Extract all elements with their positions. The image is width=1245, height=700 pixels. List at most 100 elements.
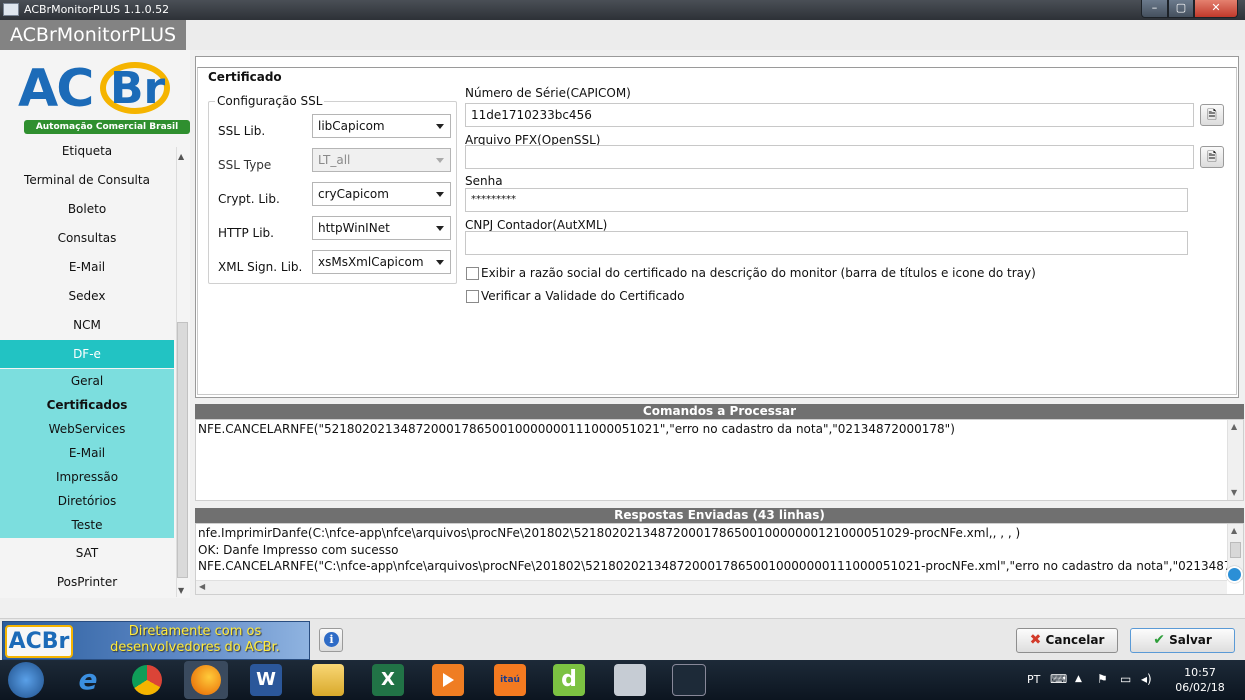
sidebar-item-label: Etiqueta: [61, 144, 113, 158]
logo-subtitle: Automação Comercial Brasil: [24, 120, 190, 134]
sidebar-scrollbar-thumb[interactable]: [177, 322, 188, 578]
chk-razao-label: Exibir a razão social do certificado na …: [481, 266, 1036, 280]
sidebar-subitem-webservices[interactable]: WebServices: [0, 417, 174, 441]
close-button[interactable]: ✕: [1194, 0, 1238, 18]
serie-browse-button[interactable]: 🗎: [1200, 104, 1224, 126]
info-icon: i: [324, 632, 339, 647]
comandos-scrollbar[interactable]: ▲ ▼: [1227, 420, 1243, 500]
sidebar-subitem-geral[interactable]: Geral: [0, 369, 174, 393]
pfx-browse-button[interactable]: 🗎: [1200, 146, 1224, 168]
sidebar-item-ncm[interactable]: NCM: [0, 311, 174, 339]
language-indicator[interactable]: PT: [1027, 673, 1040, 686]
sidebar-item-sat[interactable]: SAT: [0, 539, 174, 567]
sidebar-item-terminal[interactable]: Terminal de Consulta: [0, 166, 174, 194]
network-icon[interactable]: ▭: [1120, 672, 1131, 686]
chevron-up-icon[interactable]: ▲: [1075, 674, 1082, 684]
save-button[interactable]: ✔ Salvar: [1130, 628, 1235, 653]
document-icon: 🗎: [1207, 150, 1217, 164]
sidebar-item-posprinter[interactable]: PosPrinter: [0, 568, 174, 596]
banner-line2: desenvolvedores do ACBr.: [110, 640, 280, 655]
sidebar-item-label: WebServices: [48, 422, 126, 436]
sidebar-subitem-teste[interactable]: Teste: [0, 513, 174, 538]
itau-icon[interactable]: itaú: [494, 664, 526, 696]
sidebar-item-boleto[interactable]: Boleto: [0, 195, 174, 223]
ie-icon[interactable]: e: [72, 664, 104, 696]
explorer-icon[interactable]: [312, 664, 344, 696]
calculator-icon[interactable]: [614, 664, 646, 696]
sidebar-item-label: Diretórios: [57, 494, 117, 508]
projeto-acbr-icon[interactable]: [672, 664, 706, 696]
cancel-x-icon: ✖: [1029, 632, 1042, 648]
sidebar-item-label: E-Mail: [68, 446, 106, 460]
sidebar-item-consultas[interactable]: Consultas: [0, 224, 174, 252]
sidebar-subitem-certificados[interactable]: Certificados: [0, 393, 174, 417]
banner-logo: ACBr: [5, 625, 73, 658]
senha-input[interactable]: *********: [465, 188, 1188, 212]
chk-validade[interactable]: [466, 290, 479, 303]
http-lib-select[interactable]: httpWinINet: [312, 216, 451, 240]
acbr-banner[interactable]: ACBr Diretamente com os desenvolvedores …: [2, 621, 310, 660]
minimize-button[interactable]: –: [1141, 0, 1168, 18]
respostas-scrollbar-thumb[interactable]: [1230, 542, 1241, 558]
clock-date: 06/02/18: [1175, 681, 1225, 694]
sidebar-subitem-diretorios[interactable]: Diretórios: [0, 489, 174, 513]
chevron-down-icon: [436, 158, 444, 163]
chrome-icon[interactable]: [132, 665, 162, 695]
chk-razao-social[interactable]: [466, 267, 479, 280]
ssl-type-label: SSL Type: [218, 158, 272, 172]
flag-icon[interactable]: ⚑: [1097, 672, 1108, 686]
firefox-icon[interactable]: [184, 661, 228, 699]
serie-input[interactable]: 11de1710233bc456: [465, 103, 1194, 127]
sidebar-item-label: Teste: [71, 518, 103, 532]
crypt-lib-select[interactable]: cryCapicom: [312, 182, 451, 206]
sidebar-item-dfe[interactable]: DF-e: [0, 340, 174, 368]
sidebar-item-label: Boleto: [67, 202, 107, 216]
sidebar-item-sedex[interactable]: Sedex: [0, 282, 174, 310]
respostas-hscrollbar[interactable]: ◀: [196, 580, 1227, 594]
info-button[interactable]: i: [319, 628, 343, 652]
sidebar-item-email[interactable]: E-Mail: [0, 253, 174, 281]
media-player-icon[interactable]: [432, 664, 464, 696]
http-lib-value: httpWinINet: [318, 221, 390, 235]
xml-sign-select[interactable]: xsMsXmlCapicom: [312, 250, 451, 274]
comandos-memo[interactable]: NFE.CANCELARNFE("52180202134872000178650…: [195, 419, 1244, 501]
start-button-icon[interactable]: [8, 662, 44, 698]
resposta-line: NFE.CANCELARNFE("C:\nfce-app\nfce\arquiv…: [198, 559, 1244, 573]
scroll-left-icon[interactable]: ◀: [199, 582, 205, 591]
scroll-up-icon[interactable]: ▲: [178, 152, 184, 161]
volume-icon[interactable]: ◂): [1141, 672, 1152, 686]
sidebar-item-label: NCM: [73, 318, 101, 332]
sidebar-item-label: SAT: [75, 546, 99, 560]
word-icon[interactable]: W: [250, 664, 282, 696]
chevron-down-icon: [436, 124, 444, 129]
cnpj-label: CNPJ Contador(AutXML): [465, 218, 608, 232]
resposta-line: nfe.ImprimirDanfe(C:\nfce-app\nfce\arqui…: [198, 526, 1021, 540]
logo-ac: AC: [18, 59, 94, 119]
excel-icon[interactable]: X: [372, 664, 404, 696]
comandos-header: Comandos a Processar: [195, 404, 1244, 419]
refresh-icon[interactable]: [1226, 566, 1243, 583]
app-name: ACBrMonitorPLUS: [0, 20, 186, 50]
scroll-down-icon[interactable]: ▼: [178, 586, 184, 595]
respostas-memo[interactable]: nfe.ImprimirDanfe(C:\nfce-app\nfce\arqui…: [195, 523, 1244, 595]
xml-sign-label: XML Sign. Lib.: [218, 260, 303, 274]
maximize-button[interactable]: ▢: [1168, 0, 1194, 18]
scroll-up-icon[interactable]: ▲: [1231, 422, 1237, 431]
respostas-header: Respostas Enviadas (43 linhas): [195, 508, 1244, 523]
sidebar-subitem-email[interactable]: E-Mail: [0, 441, 174, 465]
sidebar-item-label: PosPrinter: [56, 575, 118, 589]
keyboard-icon[interactable]: ⌨: [1050, 672, 1067, 686]
sidebar-item-etiqueta[interactable]: Etiqueta: [0, 143, 174, 159]
senha-label: Senha: [465, 174, 503, 188]
scroll-down-icon[interactable]: ▼: [1231, 488, 1237, 497]
ssl-lib-select[interactable]: libCapicom: [312, 114, 451, 138]
pfx-input[interactable]: [465, 145, 1194, 169]
d-app-icon[interactable]: d: [553, 664, 585, 696]
cnpj-input[interactable]: [465, 231, 1188, 255]
taskbar-clock[interactable]: 10:57 06/02/18: [1160, 665, 1240, 695]
cancel-button[interactable]: ✖ Cancelar: [1016, 628, 1118, 653]
ssl-type-select[interactable]: LT_all: [312, 148, 451, 172]
scroll-up-icon[interactable]: ▲: [1231, 526, 1237, 535]
sidebar-subitem-impressao[interactable]: Impressão: [0, 465, 174, 489]
banner-line1: Diretamente com os: [128, 624, 262, 639]
